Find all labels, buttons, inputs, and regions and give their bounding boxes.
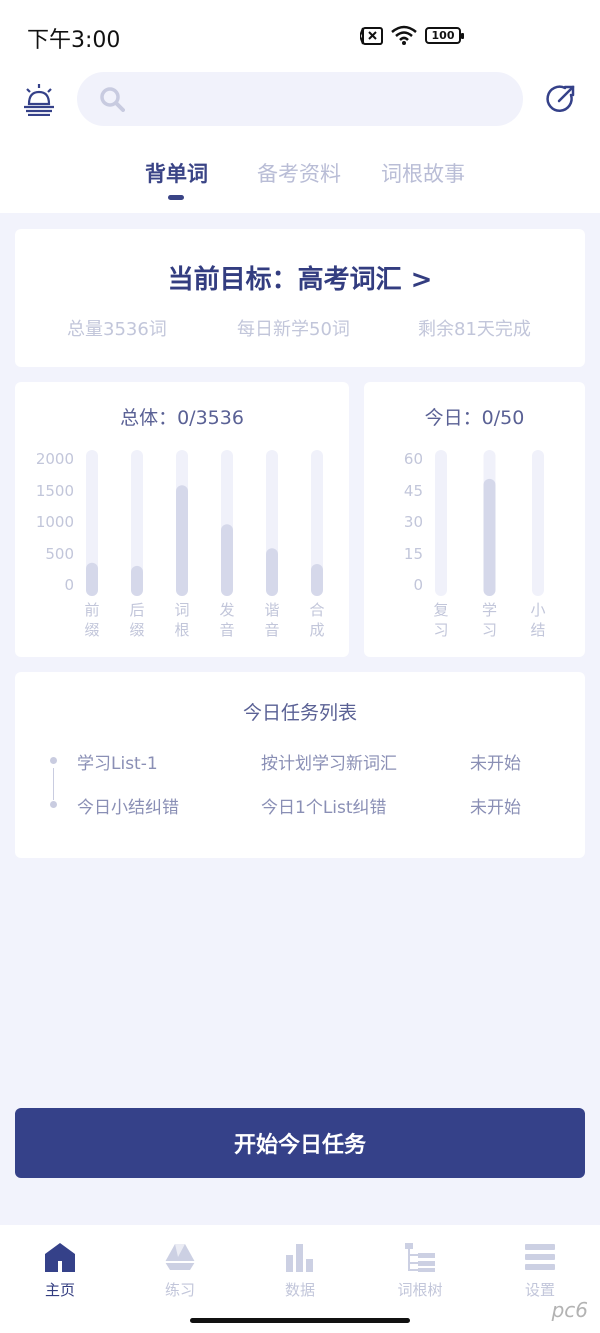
- overall-x-label: 词根: [174, 601, 190, 639]
- home-icon: [45, 1243, 75, 1272]
- nav-label: 主页: [44, 1281, 75, 1299]
- today-y-tick: 60: [403, 450, 423, 468]
- overall-bar: [86, 562, 98, 596]
- tab-exam-materials[interactable]: 备考资料: [257, 158, 341, 188]
- task-timeline: [53, 768, 54, 800]
- root-tree-icon: [405, 1243, 435, 1272]
- task-name[interactable]: 学习List-1: [77, 749, 158, 774]
- today-y-tick: 15: [403, 544, 423, 563]
- today-x-label: 复习: [433, 601, 449, 639]
- task-desc: 今日1个List纠错: [261, 798, 387, 818]
- watermark: pc6: [551, 1298, 588, 1322]
- overall-y-tick: 1000: [35, 513, 74, 531]
- data-icon: [286, 1244, 313, 1272]
- task-desc: 按计划学习新词汇: [261, 754, 397, 774]
- home-indicator[interactable]: [190, 1318, 410, 1323]
- overall-bar: [131, 565, 143, 596]
- tab-root-stories[interactable]: 词根故事: [381, 158, 465, 188]
- task-dot: [50, 801, 57, 808]
- today-bar-track: [532, 450, 544, 596]
- today-progress-card: 今日：0/50 0 15 30 45 60 复习 学习 小结: [364, 382, 585, 657]
- wifi-icon: [391, 25, 417, 45]
- practice-icon: [165, 1244, 195, 1270]
- overall-progress-card: 总体：0/3536 0 500 1000 1500 2000 前缀 后缀 词根 发音 谐音 合成: [15, 382, 349, 657]
- battery-indicator: 100: [425, 27, 464, 44]
- nav-item-practice[interactable]: 练习: [120, 1225, 240, 1315]
- status-bar: 下午3:00 100: [0, 0, 600, 70]
- settings-icon: [525, 1244, 555, 1270]
- goal-title[interactable]: 当前目标：高考词汇 >: [15, 259, 585, 296]
- status-time: 下午3:00: [27, 28, 121, 53]
- today-bar-track: [435, 450, 447, 596]
- today-y-tick: 45: [403, 481, 423, 500]
- alarm-icon[interactable]: [22, 82, 56, 116]
- search-input[interactable]: [137, 84, 507, 114]
- overall-y-tick: 2000: [35, 450, 74, 468]
- tab-word-study[interactable]: 背单词: [145, 158, 208, 188]
- share-icon[interactable]: [545, 83, 577, 115]
- nav-item-data[interactable]: 数据: [240, 1225, 360, 1315]
- overall-x-label: 前缀: [84, 601, 100, 639]
- nav-label: 词根树: [397, 1281, 443, 1299]
- start-today-task-button[interactable]: 开始今日任务: [15, 1108, 585, 1178]
- goal-daily: 每日新学50词: [237, 319, 350, 340]
- today-x-label: 小结: [530, 601, 546, 639]
- nav-label: 练习: [164, 1281, 195, 1299]
- task-status: 未开始: [470, 754, 521, 774]
- nav-item-home[interactable]: 主页: [0, 1225, 120, 1315]
- nav-label: 数据: [284, 1281, 315, 1299]
- task-dot: [50, 757, 57, 764]
- goal-total: 总量3536词: [67, 319, 167, 340]
- goal-remaining: 剩余81天完成: [418, 319, 531, 340]
- task-list-card: 今日任务列表 学习List-1 按计划学习新词汇 未开始 今日小结纠错 今日1个…: [15, 672, 585, 858]
- nav-item-root-tree[interactable]: 词根树: [360, 1225, 480, 1315]
- bottom-nav: 主页 练习 数据 词根树 设置: [0, 1225, 600, 1333]
- overall-x-label: 谐音: [264, 601, 280, 639]
- goal-card[interactable]: 当前目标：高考词汇 > 总量3536词 每日新学50词 剩余81天完成: [15, 229, 585, 367]
- today-y-tick: 0: [413, 576, 423, 594]
- top-tabs: 背单词 备考资料 词根故事: [0, 158, 600, 208]
- notification-cancel-icon: [360, 27, 383, 45]
- search-box[interactable]: [77, 72, 523, 126]
- overall-y-tick: 1500: [35, 481, 74, 500]
- overall-y-tick: 0: [64, 576, 74, 594]
- today-x-label: 学习: [481, 601, 497, 639]
- today-bar: [483, 478, 496, 596]
- overall-y-tick: 500: [45, 544, 74, 563]
- overall-bar: [311, 563, 323, 596]
- tab-indicator: [168, 195, 184, 200]
- overall-x-label: 发音: [219, 601, 235, 639]
- overall-x-label: 合成: [309, 601, 325, 639]
- overall-bar: [266, 548, 278, 596]
- overall-x-label: 后缀: [129, 601, 145, 639]
- search-icon: [100, 87, 125, 112]
- overall-bar: [221, 524, 233, 596]
- nav-label: 设置: [524, 1281, 555, 1299]
- today-y-tick: 30: [403, 513, 423, 531]
- task-name[interactable]: 今日小结纠错: [77, 793, 179, 818]
- overall-bar: [176, 485, 188, 596]
- task-list-title: 今日任务列表: [242, 702, 357, 724]
- task-status: 未开始: [470, 798, 521, 818]
